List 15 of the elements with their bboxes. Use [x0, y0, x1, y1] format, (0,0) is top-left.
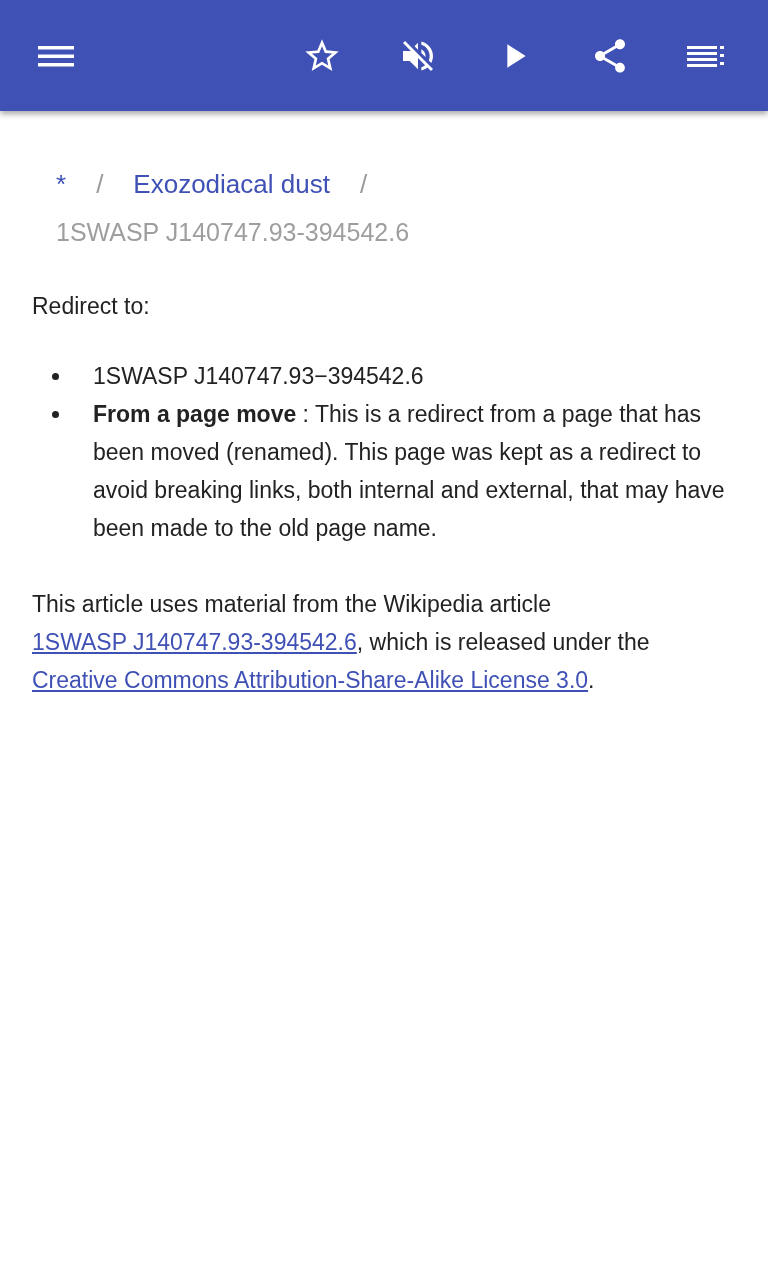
list-icon — [687, 43, 725, 68]
breadcrumb-link[interactable]: * — [56, 169, 67, 200]
license-note: This article uses material from the Wikipedia article 1SWASP J140747.93-394542.6, which is released under the Creative Commons Attribution-Share-Alike License 3.0. — [32, 590, 651, 695]
list-item-text: From a page move : This is a redirect from a page that has been moved (renamed). This page was kept as a redirect to avoid breaking links, both internal and external, that may have been made to the old page name. — [93, 400, 726, 543]
breadcrumb-separator: / — [359, 169, 368, 200]
menu-icon — [38, 43, 74, 68]
breadcrumb-separator: / — [96, 169, 104, 200]
article-link[interactable]: Creative Commons Attribution-Share-Alike License 3.0 — [32, 667, 589, 693]
breadcrumb-link[interactable]: Exozodiacal dust — [133, 169, 330, 200]
list-item-text: 1SWASP J140747.93−394542.6 — [93, 362, 424, 391]
bullet-icon — [52, 373, 59, 380]
redirect-label: Redirect to: — [32, 292, 151, 321]
article-link[interactable]: 1SWASP J140747.93-394542.6 — [32, 629, 357, 655]
bullet-icon — [52, 411, 59, 418]
breadcrumb-current: 1SWASP J140747.93-394542.6 — [56, 217, 411, 248]
